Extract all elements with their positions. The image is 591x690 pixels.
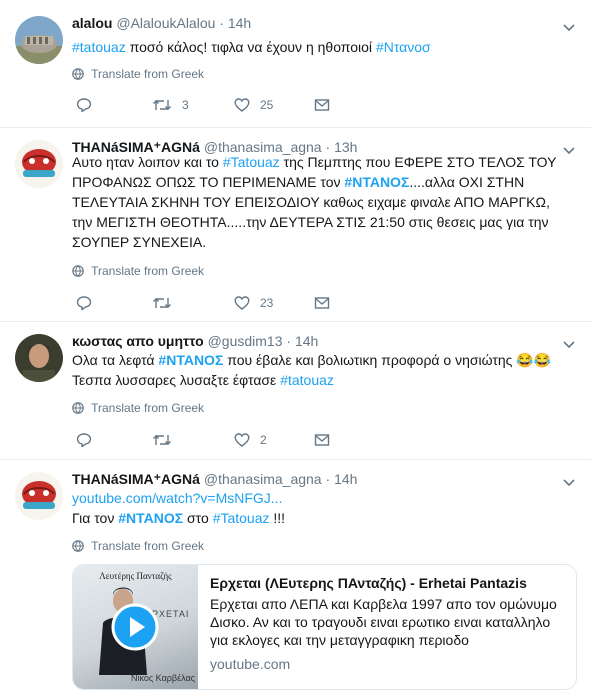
tweet-text-segment: Για τον	[72, 510, 119, 526]
avatar[interactable]	[15, 140, 63, 188]
tweet-text: youtube.com/watch?v=MsNFGJ... Για τον #ΝΤ…	[72, 488, 572, 528]
heart-icon	[234, 98, 250, 112]
card-title[interactable]: Ερχεται (ΛΕυτερης ΠΑνταζής) - Erhetai Pa…	[210, 573, 565, 593]
retweet-count: 3	[182, 98, 189, 112]
tweet[interactable]: THANáSIMA⁺AGNá @thanasima_agna · 13h Αυτ…	[0, 128, 591, 322]
card-domain[interactable]: youtube.com	[210, 655, 565, 673]
hashtag-link[interactable]: #Tatouaz	[223, 154, 280, 170]
avatar[interactable]	[15, 334, 63, 382]
retweet-button[interactable]: 3	[152, 95, 189, 115]
reply-button[interactable]	[76, 95, 92, 115]
thumbnail-composer-text: Νίκος Καρβέλας	[130, 673, 195, 683]
retweet-icon	[153, 298, 171, 308]
display-name[interactable]: κωστας απο υμηττο	[72, 333, 204, 349]
like-count: 2	[260, 433, 267, 447]
tweet-text-segment: που έβαλε και βολιωτικη προφορά ο νησιώτ…	[223, 352, 552, 368]
heart-icon	[234, 433, 250, 447]
like-button[interactable]: 2	[234, 430, 267, 450]
mail-icon	[314, 297, 330, 309]
tweet-text-segment: Τεσπα λυσσαρες λυσαξτε έφτασε	[72, 372, 281, 388]
chevron-down-icon[interactable]	[561, 19, 577, 35]
separator-dot: ·	[219, 15, 224, 31]
reply-button[interactable]	[76, 430, 92, 450]
user-handle[interactable]: @gusdim13	[208, 333, 283, 349]
user-handle[interactable]: @AlaloukAlalou	[116, 15, 215, 31]
message-button[interactable]	[314, 430, 330, 450]
like-count: 23	[260, 296, 274, 310]
retweet-button[interactable]	[152, 430, 172, 450]
reply-icon	[76, 296, 92, 311]
tweet-text-segment: !!!	[269, 510, 286, 526]
avatar[interactable]	[15, 16, 63, 64]
tweet[interactable]: alalou @AlaloukAlalou · 14h #tatouaz ποσ…	[0, 0, 591, 128]
tweet[interactable]: κωστας απο υμηττο @gusdim13 · 14h Ολα τα…	[0, 322, 591, 460]
retweet-icon	[153, 100, 171, 110]
like-button[interactable]: 25	[234, 95, 273, 115]
tweet-text: Ολα τα λεφτά #ΝΤΑΝΟΣ που έβαλε και βολιω…	[72, 350, 572, 390]
translate-label[interactable]: Translate from Greek	[91, 539, 204, 553]
globe-icon	[72, 68, 84, 80]
timestamp[interactable]: 14h	[228, 15, 251, 31]
reply-icon	[76, 433, 92, 448]
globe-icon	[72, 402, 84, 414]
hashtag-link[interactable]: #Ντανοσ	[376, 39, 431, 55]
video-thumbnail[interactable]: Λευτέρης Πανταζής ΕΡΧΕΤΑΙ Νίκος Καρβέλας	[73, 565, 198, 689]
timestamp[interactable]: 14h	[295, 333, 318, 349]
hashtag-link[interactable]: #ΝΤΑΝΟΣ	[344, 174, 409, 190]
url-link[interactable]: youtube.com/watch?v=MsNFGJ...	[72, 490, 282, 506]
translate-link[interactable]: Translate from Greek	[72, 263, 204, 279]
hashtag-link[interactable]: #Tatouaz	[213, 510, 270, 526]
card-description: Ερχεται απο ΛΕΠΑ και Καρβελα 1997 απο το…	[210, 596, 557, 648]
hashtag-link[interactable]: #tatouaz	[280, 372, 334, 388]
translate-link[interactable]: Translate from Greek	[72, 538, 204, 554]
display-name[interactable]: THANáSIMA⁺AGNá	[72, 471, 200, 487]
translate-label[interactable]: Translate from Greek	[91, 264, 204, 278]
like-button[interactable]: 23	[234, 293, 273, 313]
message-button[interactable]	[314, 293, 330, 313]
retweet-icon	[153, 435, 171, 445]
hashtag-link[interactable]: #tatouaz	[72, 39, 126, 55]
heart-icon	[234, 296, 250, 310]
user-handle[interactable]: @thanasima_agna	[204, 471, 322, 487]
globe-icon	[72, 265, 84, 277]
reply-icon	[76, 98, 92, 113]
separator-dot: ·	[325, 471, 331, 487]
hashtag-link[interactable]: #ΝΤΑΝΟΣ	[118, 510, 183, 526]
timestamp[interactable]: 14h	[334, 471, 357, 487]
message-button[interactable]	[314, 95, 330, 115]
avatar[interactable]	[15, 472, 63, 520]
retweet-button[interactable]	[152, 293, 172, 313]
like-count: 25	[260, 98, 274, 112]
play-icon	[111, 603, 159, 651]
tweet-text-segment: Ολα τα λεφτά	[72, 352, 159, 368]
translate-label[interactable]: Translate from Greek	[91, 67, 204, 81]
link-preview-card[interactable]: Λευτέρης Πανταζής ΕΡΧΕΤΑΙ Νίκος Καρβέλας…	[72, 564, 577, 690]
tweet-text-segment: στο	[183, 510, 213, 526]
mail-icon	[314, 99, 330, 111]
globe-icon	[72, 540, 84, 552]
tweet-text-segment: ποσό κάλος! τιφλα να έχουν η ηθοποιοί	[125, 39, 376, 55]
thumbnail-artist-text: Λευτέρης Πανταζής	[99, 571, 172, 581]
mail-icon	[314, 434, 330, 446]
tweet-text-segment: Αυτο ηταν λοιπον και το	[72, 154, 223, 170]
tweet-text: #tatouaz ποσό κάλος! τιφλα να έχουν η ηθ…	[72, 37, 572, 57]
display-name[interactable]: alalou	[72, 15, 112, 31]
tweet[interactable]: THANáSIMA⁺AGNá @thanasima_agna · 14h you…	[0, 460, 591, 690]
translate-label[interactable]: Translate from Greek	[91, 401, 204, 415]
reply-button[interactable]	[76, 293, 92, 313]
translate-link[interactable]: Translate from Greek	[72, 66, 204, 82]
separator-dot: ·	[286, 333, 292, 349]
translate-link[interactable]: Translate from Greek	[72, 400, 204, 416]
tweet-text: Αυτο ηταν λοιπον και το #Tatouaz της Πεμ…	[72, 152, 572, 252]
hashtag-link[interactable]: #ΝΤΑΝΟΣ	[158, 352, 223, 368]
